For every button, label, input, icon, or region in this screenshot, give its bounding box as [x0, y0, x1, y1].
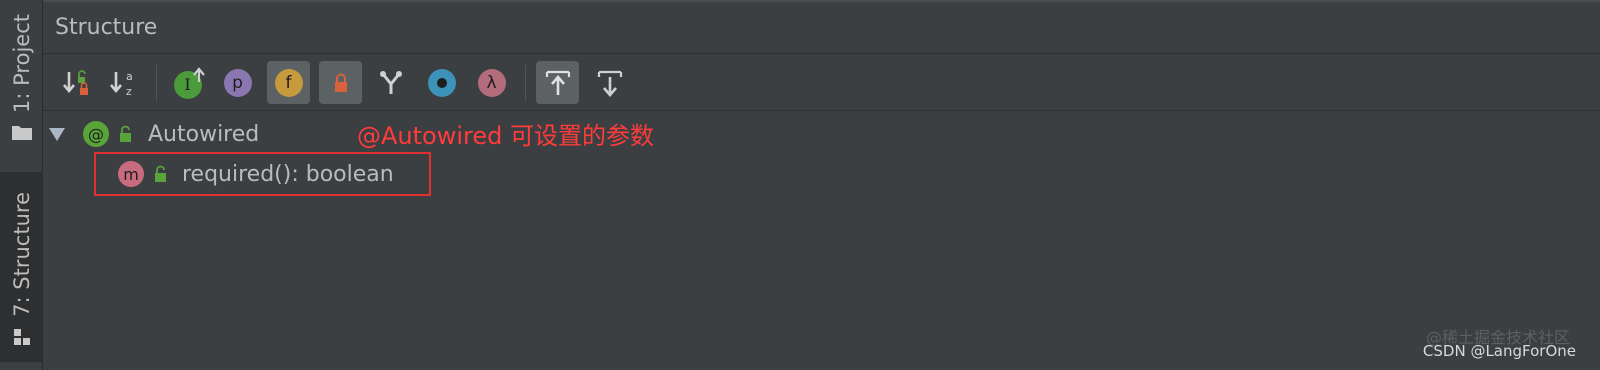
show-lambdas-button[interactable]: λ	[470, 61, 513, 104]
tool-window-header: Structure	[43, 0, 1600, 54]
highlight-box	[94, 152, 431, 196]
autoscroll-from-source-icon	[597, 70, 622, 97]
sort-visibility-icon	[62, 69, 88, 95]
svg-text:z: z	[126, 85, 132, 98]
sort-alphabetically-button[interactable]: a z	[101, 61, 144, 104]
structure-tree: @ Autowired m required(): boolean	[43, 112, 1600, 370]
svg-text:a: a	[126, 70, 133, 83]
sort-alpha-icon: a z	[109, 70, 133, 98]
show-properties-button[interactable]: p	[216, 61, 259, 104]
tree-node-label: Autowired	[148, 121, 260, 147]
lambda-icon: λ	[477, 68, 506, 97]
structure-icon	[13, 328, 30, 345]
structure-toolbar: a z I p f λ	[43, 55, 1600, 111]
tool-window-title: Structure	[55, 15, 158, 40]
structure-tool-button[interactable]: 7: Structure	[0, 172, 43, 362]
watermark: CSDN @LangForOne	[1422, 342, 1576, 360]
autoscroll-to-source-button[interactable]	[536, 61, 579, 104]
autoscroll-to-source-icon	[545, 70, 570, 95]
toolbar-separator	[156, 65, 157, 101]
tree-node-autowired[interactable]: @ Autowired	[49, 114, 259, 154]
lock-icon	[334, 73, 347, 92]
toolbar-separator	[525, 65, 526, 101]
inherited-icon: I	[173, 66, 206, 99]
property-icon: p	[223, 68, 252, 97]
field-icon: f	[274, 68, 303, 97]
show-non-public-button[interactable]	[319, 61, 362, 104]
show-fields-button[interactable]: f	[267, 61, 310, 104]
show-anonymous-button[interactable]	[369, 61, 412, 104]
structure-tool-label: 7: Structure	[9, 192, 34, 317]
folder-icon	[11, 125, 32, 140]
public-lock-icon	[120, 125, 131, 142]
tool-window-stripe: 1: Project 7: Structure	[0, 0, 43, 370]
annotation-icon: @	[83, 121, 109, 147]
project-tool-label: 1: Project	[9, 14, 34, 113]
expand-arrow-icon[interactable]	[49, 127, 65, 141]
project-tool-button[interactable]: 1: Project	[0, 14, 43, 154]
anonymous-icon	[379, 70, 402, 94]
annotation-text: @Autowired 可设置的参数	[357, 122, 654, 150]
show-anonymous-classes-button[interactable]	[420, 61, 463, 104]
sort-by-visibility-button[interactable]	[54, 61, 97, 104]
show-inherited-button[interactable]: I	[168, 61, 211, 104]
anonymous-class-icon	[427, 68, 456, 97]
autoscroll-from-source-button[interactable]	[588, 61, 631, 104]
